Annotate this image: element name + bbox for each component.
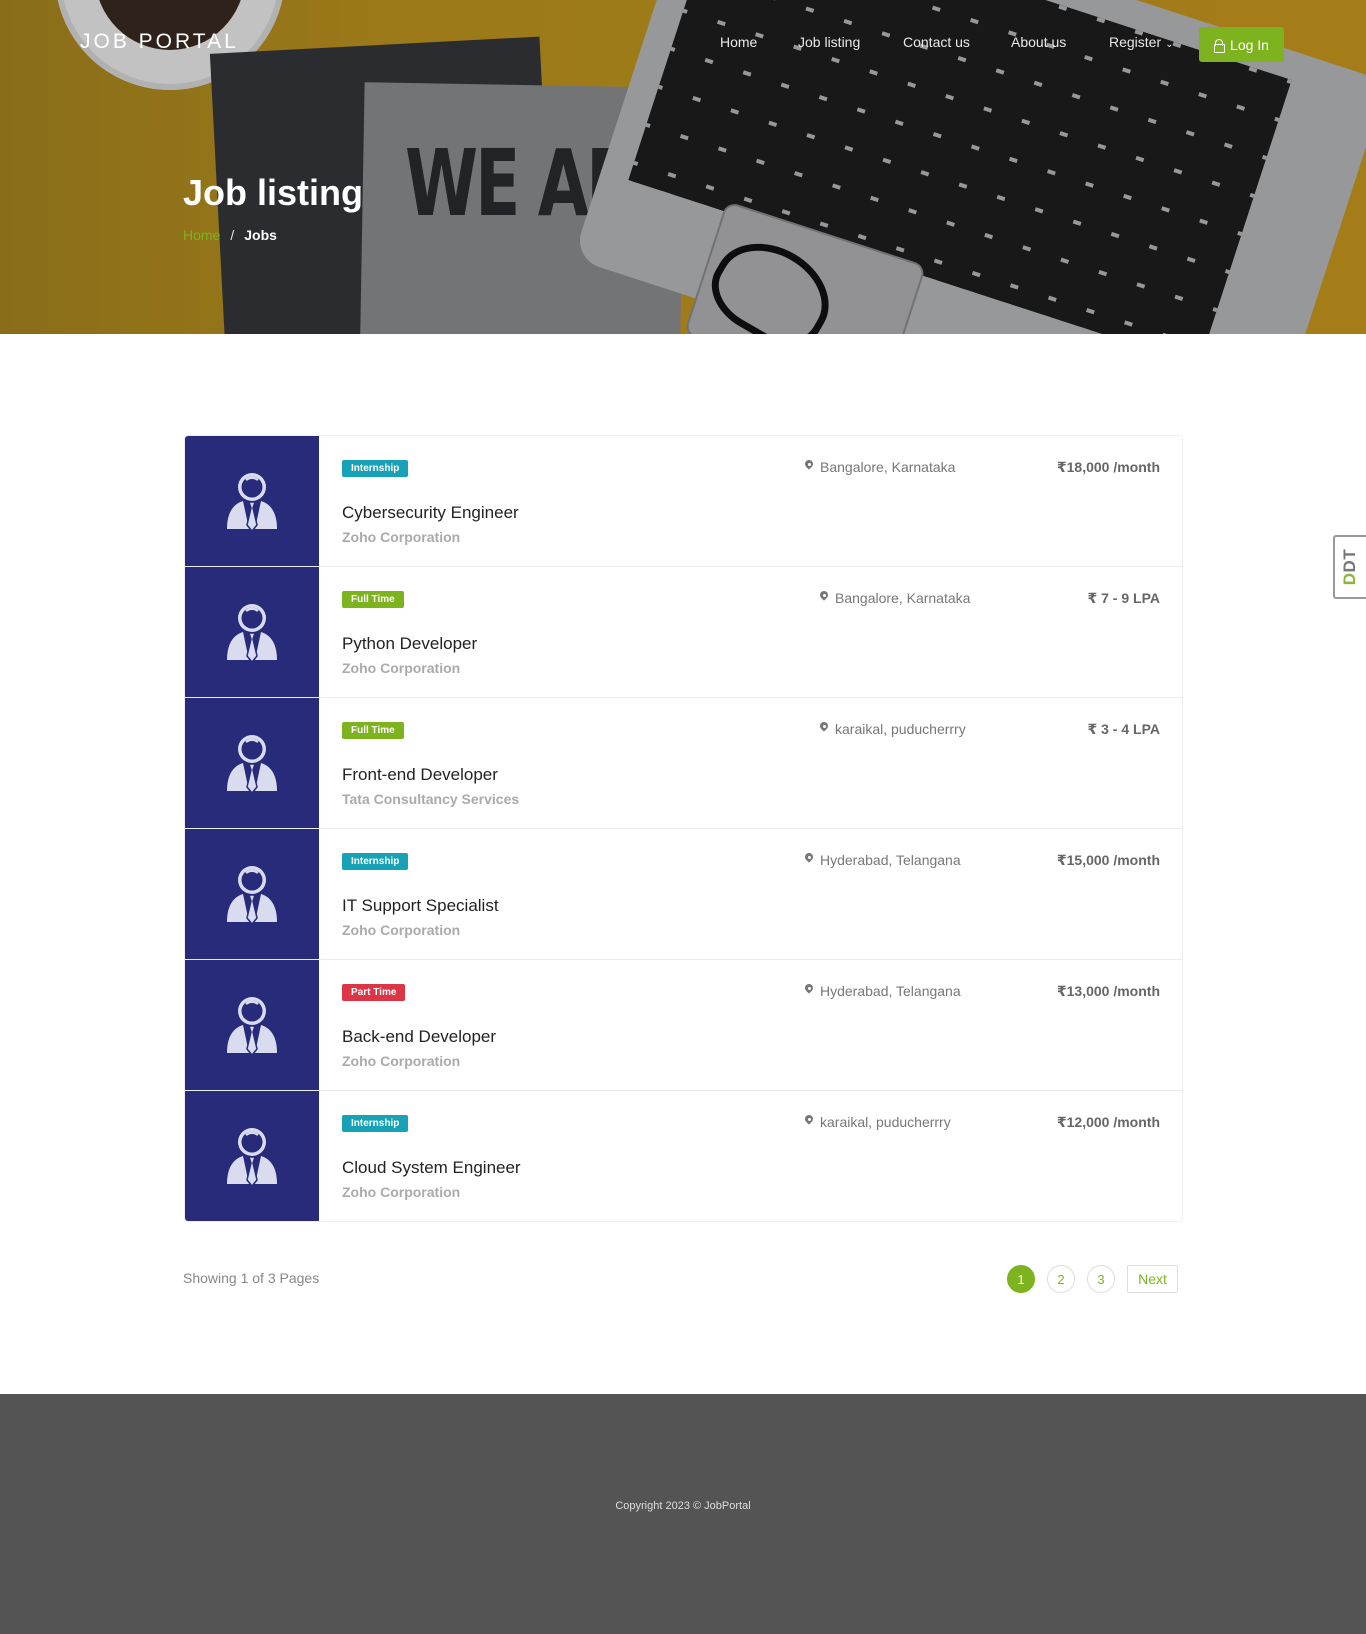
job-thumbnail	[185, 698, 319, 828]
job-salary: ₹ 7 - 9 LPA	[1087, 590, 1161, 606]
job-location-text: karaikal, puducherrry	[820, 1114, 951, 1130]
job-company: Zoho Corporation	[342, 1053, 461, 1069]
job-thumbnail	[185, 829, 319, 959]
nav-home[interactable]: Home	[720, 34, 757, 50]
job-item[interactable]: Full Time Python Developer Zoho Corporat…	[185, 567, 1182, 698]
job-item[interactable]: Internship IT Support Specialist Zoho Co…	[185, 829, 1182, 960]
job-thumbnail	[185, 1091, 319, 1221]
job-thumbnail	[185, 960, 319, 1090]
job-location: Bangalore, Karnataka	[819, 590, 970, 606]
page-3-button[interactable]: 3	[1087, 1265, 1115, 1293]
site-logo[interactable]: JOB PORTAL	[80, 30, 239, 54]
login-label: Log In	[1230, 36, 1269, 53]
job-type-badge: Full Time	[342, 722, 404, 739]
job-location: karaikal, puducherrry	[819, 721, 966, 737]
job-title[interactable]: Cloud System Engineer	[342, 1158, 521, 1178]
footer: Copyright 2023 © JobPortal	[0, 1394, 1366, 1634]
job-title[interactable]: IT Support Specialist	[342, 896, 499, 916]
page-1-button[interactable]: 1	[1007, 1265, 1035, 1293]
job-location: Hyderabad, Telangana	[804, 983, 961, 999]
job-location-text: Bangalore, Karnataka	[820, 459, 956, 475]
employee-icon	[227, 473, 277, 531]
job-type-badge: Full Time	[342, 591, 404, 608]
employee-icon	[227, 735, 277, 793]
employee-icon	[227, 1128, 277, 1186]
job-location-text: Hyderabad, Telangana	[820, 852, 961, 868]
job-location-text: Bangalore, Karnataka	[835, 590, 971, 606]
breadcrumb-home[interactable]: Home	[183, 227, 220, 243]
hero-banner: WE ARE JOB PORTAL Home Job listing Conta…	[0, 0, 1366, 334]
job-thumbnail	[185, 567, 319, 697]
login-button[interactable]: Log In	[1199, 27, 1284, 62]
map-pin-icon	[804, 984, 814, 998]
map-pin-icon	[804, 853, 814, 867]
job-company: Zoho Corporation	[342, 660, 461, 676]
breadcrumb: Home / Jobs	[183, 227, 277, 243]
breadcrumb-current: Jobs	[244, 227, 277, 243]
next-page-button[interactable]: Next	[1127, 1265, 1178, 1293]
job-item[interactable]: Internship Cybersecurity Engineer Zoho C…	[185, 436, 1182, 567]
employee-icon	[227, 866, 277, 924]
copyright-text: Copyright 2023 © JobPortal	[615, 1500, 751, 1512]
map-pin-icon	[804, 460, 814, 474]
side-tab-label: DDT	[1341, 549, 1361, 585]
job-type-badge: Internship	[342, 1115, 409, 1132]
job-type-badge: Internship	[342, 853, 409, 870]
job-salary: ₹18,000 /month	[1056, 459, 1160, 475]
chevron-down-icon: ⌄	[1165, 39, 1174, 50]
pagination-summary: Showing 1 of 3 Pages	[183, 1270, 320, 1286]
employee-icon	[227, 997, 277, 1055]
job-company: Tata Consultancy Services	[342, 791, 520, 807]
job-title[interactable]: Front-end Developer	[342, 765, 498, 785]
map-pin-icon	[804, 1115, 814, 1129]
job-title[interactable]: Back-end Developer	[342, 1027, 496, 1047]
job-company: Zoho Corporation	[342, 529, 461, 545]
job-location-text: karaikal, puducherrry	[835, 721, 966, 737]
side-tab-suffix: DT	[1340, 548, 1360, 573]
nav-contact-us[interactable]: Contact us	[903, 34, 970, 50]
job-location: karaikal, puducherrry	[804, 1114, 951, 1130]
job-location: Bangalore, Karnataka	[804, 459, 955, 475]
side-feedback-tab[interactable]: DDT	[1333, 535, 1366, 599]
job-item[interactable]: Full Time Front-end Developer Tata Consu…	[185, 698, 1182, 829]
nav-job-listing[interactable]: Job listing	[798, 34, 860, 50]
side-tab-prefix: D	[1340, 572, 1360, 586]
nav-register[interactable]: Register ⌄	[1109, 34, 1174, 50]
job-location-text: Hyderabad, Telangana	[820, 983, 961, 999]
job-salary: ₹15,000 /month	[1056, 852, 1160, 868]
job-company: Zoho Corporation	[342, 1184, 461, 1200]
job-company: Zoho Corporation	[342, 922, 461, 938]
job-item[interactable]: Part Time Back-end Developer Zoho Corpor…	[185, 960, 1182, 1091]
nav-about-us[interactable]: About us	[1011, 34, 1066, 50]
job-salary: ₹13,000 /month	[1056, 983, 1160, 999]
map-pin-icon	[819, 591, 829, 605]
page-2-button[interactable]: 2	[1047, 1265, 1075, 1293]
job-type-badge: Internship	[342, 460, 409, 477]
employee-icon	[227, 604, 277, 662]
nav-register-label: Register	[1109, 34, 1162, 50]
job-item[interactable]: Internship Cloud System Engineer Zoho Co…	[185, 1091, 1182, 1221]
job-thumbnail	[185, 436, 319, 566]
job-list: Internship Cybersecurity Engineer Zoho C…	[184, 435, 1183, 1222]
lock-icon	[1214, 38, 1226, 53]
job-location: Hyderabad, Telangana	[804, 852, 961, 868]
job-salary: ₹ 3 - 4 LPA	[1087, 721, 1161, 737]
map-pin-icon	[819, 722, 829, 736]
breadcrumb-separator: /	[230, 227, 235, 243]
page-title: Job listing	[183, 172, 363, 213]
job-title[interactable]: Python Developer	[342, 634, 477, 654]
job-type-badge: Part Time	[342, 984, 406, 1001]
job-salary: ₹12,000 /month	[1056, 1114, 1160, 1130]
job-title[interactable]: Cybersecurity Engineer	[342, 503, 519, 523]
